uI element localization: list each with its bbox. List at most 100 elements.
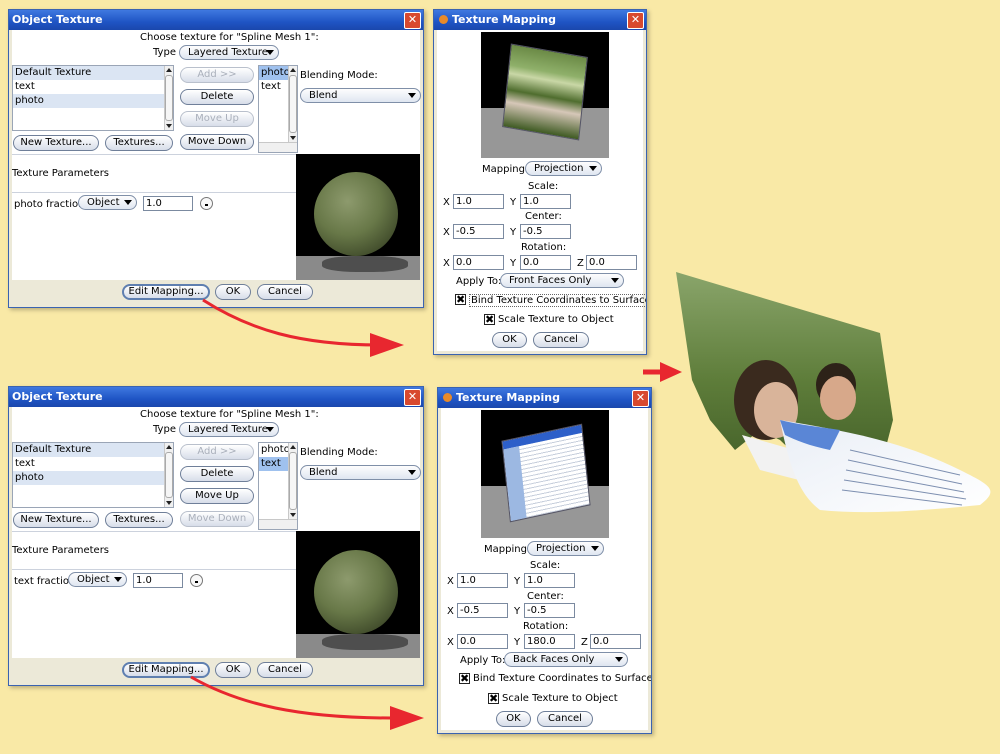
scrollbar[interactable] xyxy=(164,66,173,130)
scroll-down-icon[interactable] xyxy=(166,501,172,505)
scroll-down-icon[interactable] xyxy=(290,513,296,517)
delete-button[interactable]: Delete xyxy=(180,466,254,482)
center-x-input[interactable]: -0.5 xyxy=(457,603,508,618)
title-bar[interactable]: Texture Mapping ✕ xyxy=(438,388,651,408)
mapping-preview[interactable] xyxy=(481,32,609,158)
list-item[interactable]: text xyxy=(13,80,173,94)
scroll-thumb[interactable] xyxy=(165,75,173,121)
list-item[interactable]: photo xyxy=(13,94,173,108)
list-item[interactable]: text xyxy=(13,457,173,471)
more-icon[interactable] xyxy=(200,197,213,210)
mapping-preview[interactable] xyxy=(481,410,609,538)
move-up-button[interactable]: Move Up xyxy=(180,488,254,504)
texture-list[interactable]: Default Texture text photo xyxy=(12,442,174,508)
scroll-up-icon[interactable] xyxy=(290,445,296,449)
close-icon[interactable]: ✕ xyxy=(632,390,649,407)
fraction-input[interactable]: 1.0 xyxy=(143,196,193,211)
scroll-down-icon[interactable] xyxy=(166,124,172,128)
scroll-thumb[interactable] xyxy=(289,75,297,133)
list-item[interactable]: photo xyxy=(13,471,173,485)
title-bar[interactable]: Object Texture ✕ xyxy=(9,387,423,407)
scroll-thumb[interactable] xyxy=(289,452,297,510)
fraction-type-select[interactable]: Object xyxy=(78,195,137,210)
close-icon[interactable]: ✕ xyxy=(404,12,421,29)
footer: Edit Mapping... OK Cancel xyxy=(12,658,420,682)
scale-y-input[interactable]: 1.0 xyxy=(524,573,575,588)
move-up-button[interactable]: Move Up xyxy=(180,111,254,127)
mapping-select[interactable]: Projection xyxy=(525,161,602,176)
ok-button[interactable]: OK xyxy=(496,711,531,727)
rotation-z-input[interactable]: 0.0 xyxy=(590,634,641,649)
blending-mode-select[interactable]: Blend xyxy=(300,88,421,103)
horizontal-scrollbar[interactable] xyxy=(259,519,297,529)
type-select[interactable]: Layered Texture xyxy=(179,45,279,60)
scale-x-input[interactable]: 1.0 xyxy=(457,573,508,588)
bind-coordinates-label[interactable]: Bind Texture Coordinates to Surface xyxy=(469,294,646,307)
scrollbar[interactable] xyxy=(288,66,297,142)
fraction-input[interactable]: 1.0 xyxy=(133,573,183,588)
fraction-type-select[interactable]: Object xyxy=(68,572,127,587)
scale-to-object-checkbox[interactable]: ✖ xyxy=(484,314,495,325)
blending-mode-select[interactable]: Blend xyxy=(300,465,421,480)
layer-list[interactable]: photo text xyxy=(258,442,298,530)
new-texture-button[interactable]: New Texture... xyxy=(13,512,99,528)
edit-mapping-button[interactable]: Edit Mapping... xyxy=(122,662,210,678)
textures-button[interactable]: Textures... xyxy=(105,512,173,528)
cancel-button[interactable]: Cancel xyxy=(257,662,313,678)
center-y-input[interactable]: -0.5 xyxy=(520,224,571,239)
material-preview[interactable] xyxy=(296,154,420,282)
close-icon[interactable]: ✕ xyxy=(404,389,421,406)
scale-to-object-label[interactable]: Scale Texture to Object xyxy=(502,693,618,704)
add-button[interactable]: Add >> xyxy=(180,444,254,460)
more-icon[interactable] xyxy=(190,574,203,587)
ok-button[interactable]: OK xyxy=(215,662,251,678)
scroll-up-icon[interactable] xyxy=(290,68,296,72)
center-x-input[interactable]: -0.5 xyxy=(453,224,504,239)
chevron-down-icon xyxy=(266,427,274,432)
cancel-button[interactable]: Cancel xyxy=(257,284,313,300)
title-bar[interactable]: Object Texture ✕ xyxy=(9,10,423,30)
title-bar[interactable]: Texture Mapping ✕ xyxy=(434,10,646,30)
texture-list[interactable]: Default Texture text photo xyxy=(12,65,174,131)
rotation-z-input[interactable]: 0.0 xyxy=(586,255,637,270)
scrollbar[interactable] xyxy=(164,443,173,507)
layer-list[interactable]: photo text xyxy=(258,65,298,153)
apply-to-select[interactable]: Back Faces Only xyxy=(504,652,628,667)
scroll-up-icon[interactable] xyxy=(166,68,172,72)
scale-to-object-checkbox[interactable]: ✖ xyxy=(488,693,499,704)
scroll-up-icon[interactable] xyxy=(166,445,172,449)
bind-coordinates-checkbox[interactable]: ✖ xyxy=(459,673,470,684)
rotation-y-input[interactable]: 0.0 xyxy=(520,255,571,270)
apply-to-select[interactable]: Front Faces Only xyxy=(500,273,624,288)
bind-coordinates-checkbox[interactable]: ✖ xyxy=(455,294,466,305)
scale-y-input[interactable]: 1.0 xyxy=(520,194,571,209)
scale-x-input[interactable]: 1.0 xyxy=(453,194,504,209)
close-icon[interactable]: ✕ xyxy=(627,12,644,29)
scrollbar[interactable] xyxy=(288,443,297,519)
delete-button[interactable]: Delete xyxy=(180,89,254,105)
rotation-x-input[interactable]: 0.0 xyxy=(457,634,508,649)
new-texture-button[interactable]: New Texture... xyxy=(13,135,99,151)
scale-to-object-label[interactable]: Scale Texture to Object xyxy=(498,314,614,325)
rotation-x-input[interactable]: 0.0 xyxy=(453,255,504,270)
type-select[interactable]: Layered Texture xyxy=(179,422,279,437)
list-item[interactable]: Default Texture xyxy=(13,66,173,80)
move-down-button[interactable]: Move Down xyxy=(180,134,254,150)
ok-button[interactable]: OK xyxy=(215,284,251,300)
ok-button[interactable]: OK xyxy=(492,332,527,348)
textures-button[interactable]: Textures... xyxy=(105,135,173,151)
scroll-thumb[interactable] xyxy=(165,452,173,498)
horizontal-scrollbar[interactable] xyxy=(259,142,297,152)
rotation-y-input[interactable]: 180.0 xyxy=(524,634,575,649)
move-down-button[interactable]: Move Down xyxy=(180,511,254,527)
scroll-down-icon[interactable] xyxy=(290,136,296,140)
bind-coordinates-label[interactable]: Bind Texture Coordinates to Surface xyxy=(473,673,651,684)
mapping-select[interactable]: Projection xyxy=(527,541,604,556)
material-preview[interactable] xyxy=(296,531,420,660)
center-y-input[interactable]: -0.5 xyxy=(524,603,575,618)
edit-mapping-button[interactable]: Edit Mapping... xyxy=(122,284,210,300)
cancel-button[interactable]: Cancel xyxy=(537,711,593,727)
list-item[interactable]: Default Texture xyxy=(13,443,173,457)
add-button[interactable]: Add >> xyxy=(180,67,254,83)
cancel-button[interactable]: Cancel xyxy=(533,332,589,348)
